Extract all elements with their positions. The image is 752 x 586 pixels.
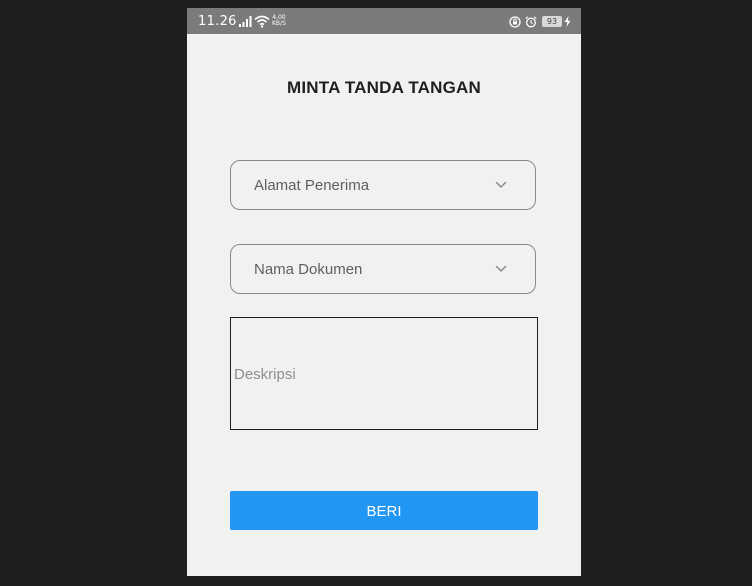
status-bar: 11.26 4,00 KB/S 93	[187, 8, 581, 34]
signal-icon	[239, 16, 252, 27]
page-title: MINTA TANDA TANGAN	[286, 78, 482, 97]
status-time: 11.26	[198, 14, 237, 29]
battery-indicator: 93	[542, 16, 562, 27]
wifi-icon	[254, 15, 270, 28]
alarm-icon	[525, 16, 537, 28]
chevron-down-icon	[495, 265, 507, 273]
document-name-dropdown[interactable]: Nama Dokumen	[230, 244, 536, 294]
network-speed-unit: KB/S	[272, 20, 286, 27]
network-speed: 4,00 KB/S	[272, 15, 286, 27]
chevron-down-icon	[495, 181, 507, 189]
description-textarea[interactable]	[230, 317, 538, 430]
document-name-label: Nama Dokumen	[254, 261, 363, 278]
rotation-lock-icon	[509, 16, 521, 28]
charging-icon	[564, 16, 571, 27]
submit-button[interactable]: BERI	[230, 491, 538, 530]
phone-screen: 11.26 4,00 KB/S 93 MINTA TANDA TANGAN Al…	[187, 8, 581, 576]
recipient-address-label: Alamat Penerima	[254, 177, 370, 194]
recipient-address-dropdown[interactable]: Alamat Penerima	[230, 160, 536, 210]
